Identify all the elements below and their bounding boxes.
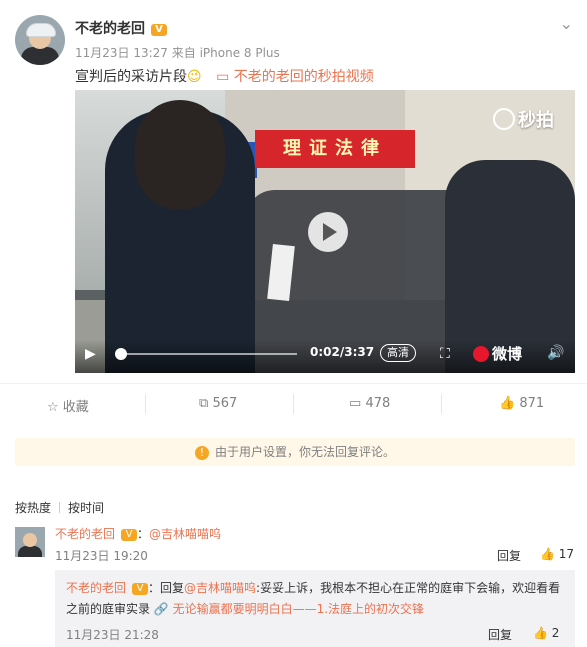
info-icon: ! bbox=[194, 446, 209, 460]
comment-like-count: 17 bbox=[558, 547, 575, 561]
progress-track[interactable] bbox=[117, 353, 297, 355]
author-name-text[interactable]: 不老的老回 bbox=[75, 21, 145, 37]
comment-colon: ： bbox=[137, 527, 150, 541]
vip-badge-icon: V bbox=[132, 583, 149, 595]
author-name[interactable]: 不老的老回 V bbox=[75, 18, 167, 38]
video-link[interactable]: ▭ 不老的老回的秒拍视频 bbox=[216, 69, 374, 85]
video-link-label[interactable]: 不老的老回的秒拍视频 bbox=[234, 69, 374, 85]
post-body: 宣判后的采访片段 bbox=[75, 69, 187, 85]
vip-badge-icon: V bbox=[121, 529, 138, 541]
video-red-sign: 理证法律 bbox=[255, 130, 415, 168]
comment-button[interactable]: ▭ 478 bbox=[349, 396, 390, 411]
like-button[interactable]: 👍 871 bbox=[499, 396, 544, 411]
like-icon: 👍 bbox=[540, 547, 555, 561]
video-speaker-head bbox=[135, 100, 225, 210]
like-icon: 👍 bbox=[499, 396, 516, 411]
chevron-down-icon[interactable]: ⌄ bbox=[560, 14, 573, 33]
comment-icon: ▭ bbox=[349, 396, 362, 411]
sub-comment-text: 不老的老回 V ：回复@吉林喵喵呜:妥妥上诉，我根本不担心在正常的庭审下会输，欢迎看… bbox=[66, 578, 566, 620]
comment-text: 不老的老回 V ：@吉林喵喵呜 bbox=[55, 525, 221, 542]
repost-icon: ⧉ bbox=[199, 396, 209, 411]
sub-reply-button[interactable]: 回复 bbox=[488, 626, 512, 643]
post-meta: 11月23日 13:27 来自 iPhone 8 Plus bbox=[75, 46, 280, 60]
quality-button[interactable]: 高清 bbox=[380, 344, 416, 362]
reply-disabled-notice: ! 由于用户设置，你无法回复评论。 bbox=[15, 438, 575, 466]
control-play-icon[interactable]: ▶ bbox=[85, 346, 96, 362]
fullscreen-icon[interactable]: ⛶ bbox=[440, 346, 450, 362]
sort-by-time[interactable]: 按时间 bbox=[68, 501, 104, 515]
favorite-label: 收藏 bbox=[62, 400, 89, 415]
sub-link-label[interactable]: 无论输赢都要明明白白——1.法庭上的初次交锋 bbox=[173, 602, 424, 616]
comment-count: 478 bbox=[365, 396, 391, 411]
sub-like-count: 2 bbox=[551, 626, 560, 640]
sub-commenter-name[interactable]: 不老的老回 bbox=[66, 581, 126, 595]
like-count: 871 bbox=[519, 396, 545, 411]
divider bbox=[145, 394, 146, 414]
sort-by-hot[interactable]: 按热度 bbox=[15, 501, 51, 515]
comment-like-button[interactable]: 👍 17 bbox=[540, 547, 574, 561]
repost-button[interactable]: ⧉ 567 bbox=[199, 396, 237, 411]
post-text: 宣判后的采访片段😉 ▭ 不老的老回的秒拍视频 bbox=[75, 66, 374, 86]
video-player[interactable]: 理证法律 秒拍 ▶ 0:02/3:37 高清 ⛶ 微博 🔊 bbox=[75, 90, 575, 373]
miaopai-logo-icon bbox=[493, 108, 515, 130]
star-icon: ☆ bbox=[47, 400, 59, 415]
repost-count: 567 bbox=[212, 396, 238, 411]
miaopai-watermark: 秒拍 bbox=[493, 106, 554, 132]
sub-mention[interactable]: @吉林喵喵呜 bbox=[184, 581, 256, 595]
wink-emoji-icon: 😉 bbox=[187, 69, 202, 85]
comment-sort: 按热度 按时间 bbox=[15, 499, 104, 516]
comment-time: 11月23日 19:20 bbox=[55, 549, 148, 563]
weibo-logo: 微博 bbox=[473, 343, 522, 364]
sort-divider bbox=[59, 502, 61, 513]
notice-text: 由于用户设置，你无法回复评论。 bbox=[214, 445, 395, 459]
vip-badge-icon: V bbox=[151, 24, 167, 36]
comment-reply-button[interactable]: 回复 bbox=[497, 547, 521, 564]
miaopai-label: 秒拍 bbox=[518, 110, 554, 131]
comment-mention[interactable]: @吉林喵喵呜 bbox=[149, 527, 221, 541]
like-icon: 👍 bbox=[533, 626, 548, 640]
sub-comment-time: 11月23日 21:28 bbox=[66, 628, 159, 642]
sub-link[interactable]: 🔗 无论输赢都要明明白白——1.法庭上的初次交锋 bbox=[154, 602, 424, 616]
divider bbox=[441, 394, 442, 414]
author-avatar[interactable] bbox=[15, 15, 65, 65]
volume-icon[interactable]: 🔊 bbox=[547, 345, 564, 361]
favorite-button[interactable]: ☆ 收藏 bbox=[47, 396, 89, 415]
weibo-label: 微博 bbox=[492, 345, 523, 363]
video-time: 0:02/3:37 bbox=[310, 345, 375, 359]
action-bar: ☆ 收藏 ⧉ 567 ▭ 478 👍 871 bbox=[0, 383, 587, 424]
progress-handle[interactable] bbox=[114, 348, 127, 360]
play-icon[interactable] bbox=[308, 212, 348, 252]
commenter-name[interactable]: 不老的老回 bbox=[55, 527, 115, 541]
weibo-eye-icon bbox=[473, 346, 489, 362]
commenter-avatar[interactable] bbox=[15, 527, 45, 557]
sub-like-button[interactable]: 👍 2 bbox=[533, 626, 559, 640]
sub-reply-prefix: ：回复 bbox=[148, 581, 185, 595]
divider bbox=[293, 394, 294, 414]
